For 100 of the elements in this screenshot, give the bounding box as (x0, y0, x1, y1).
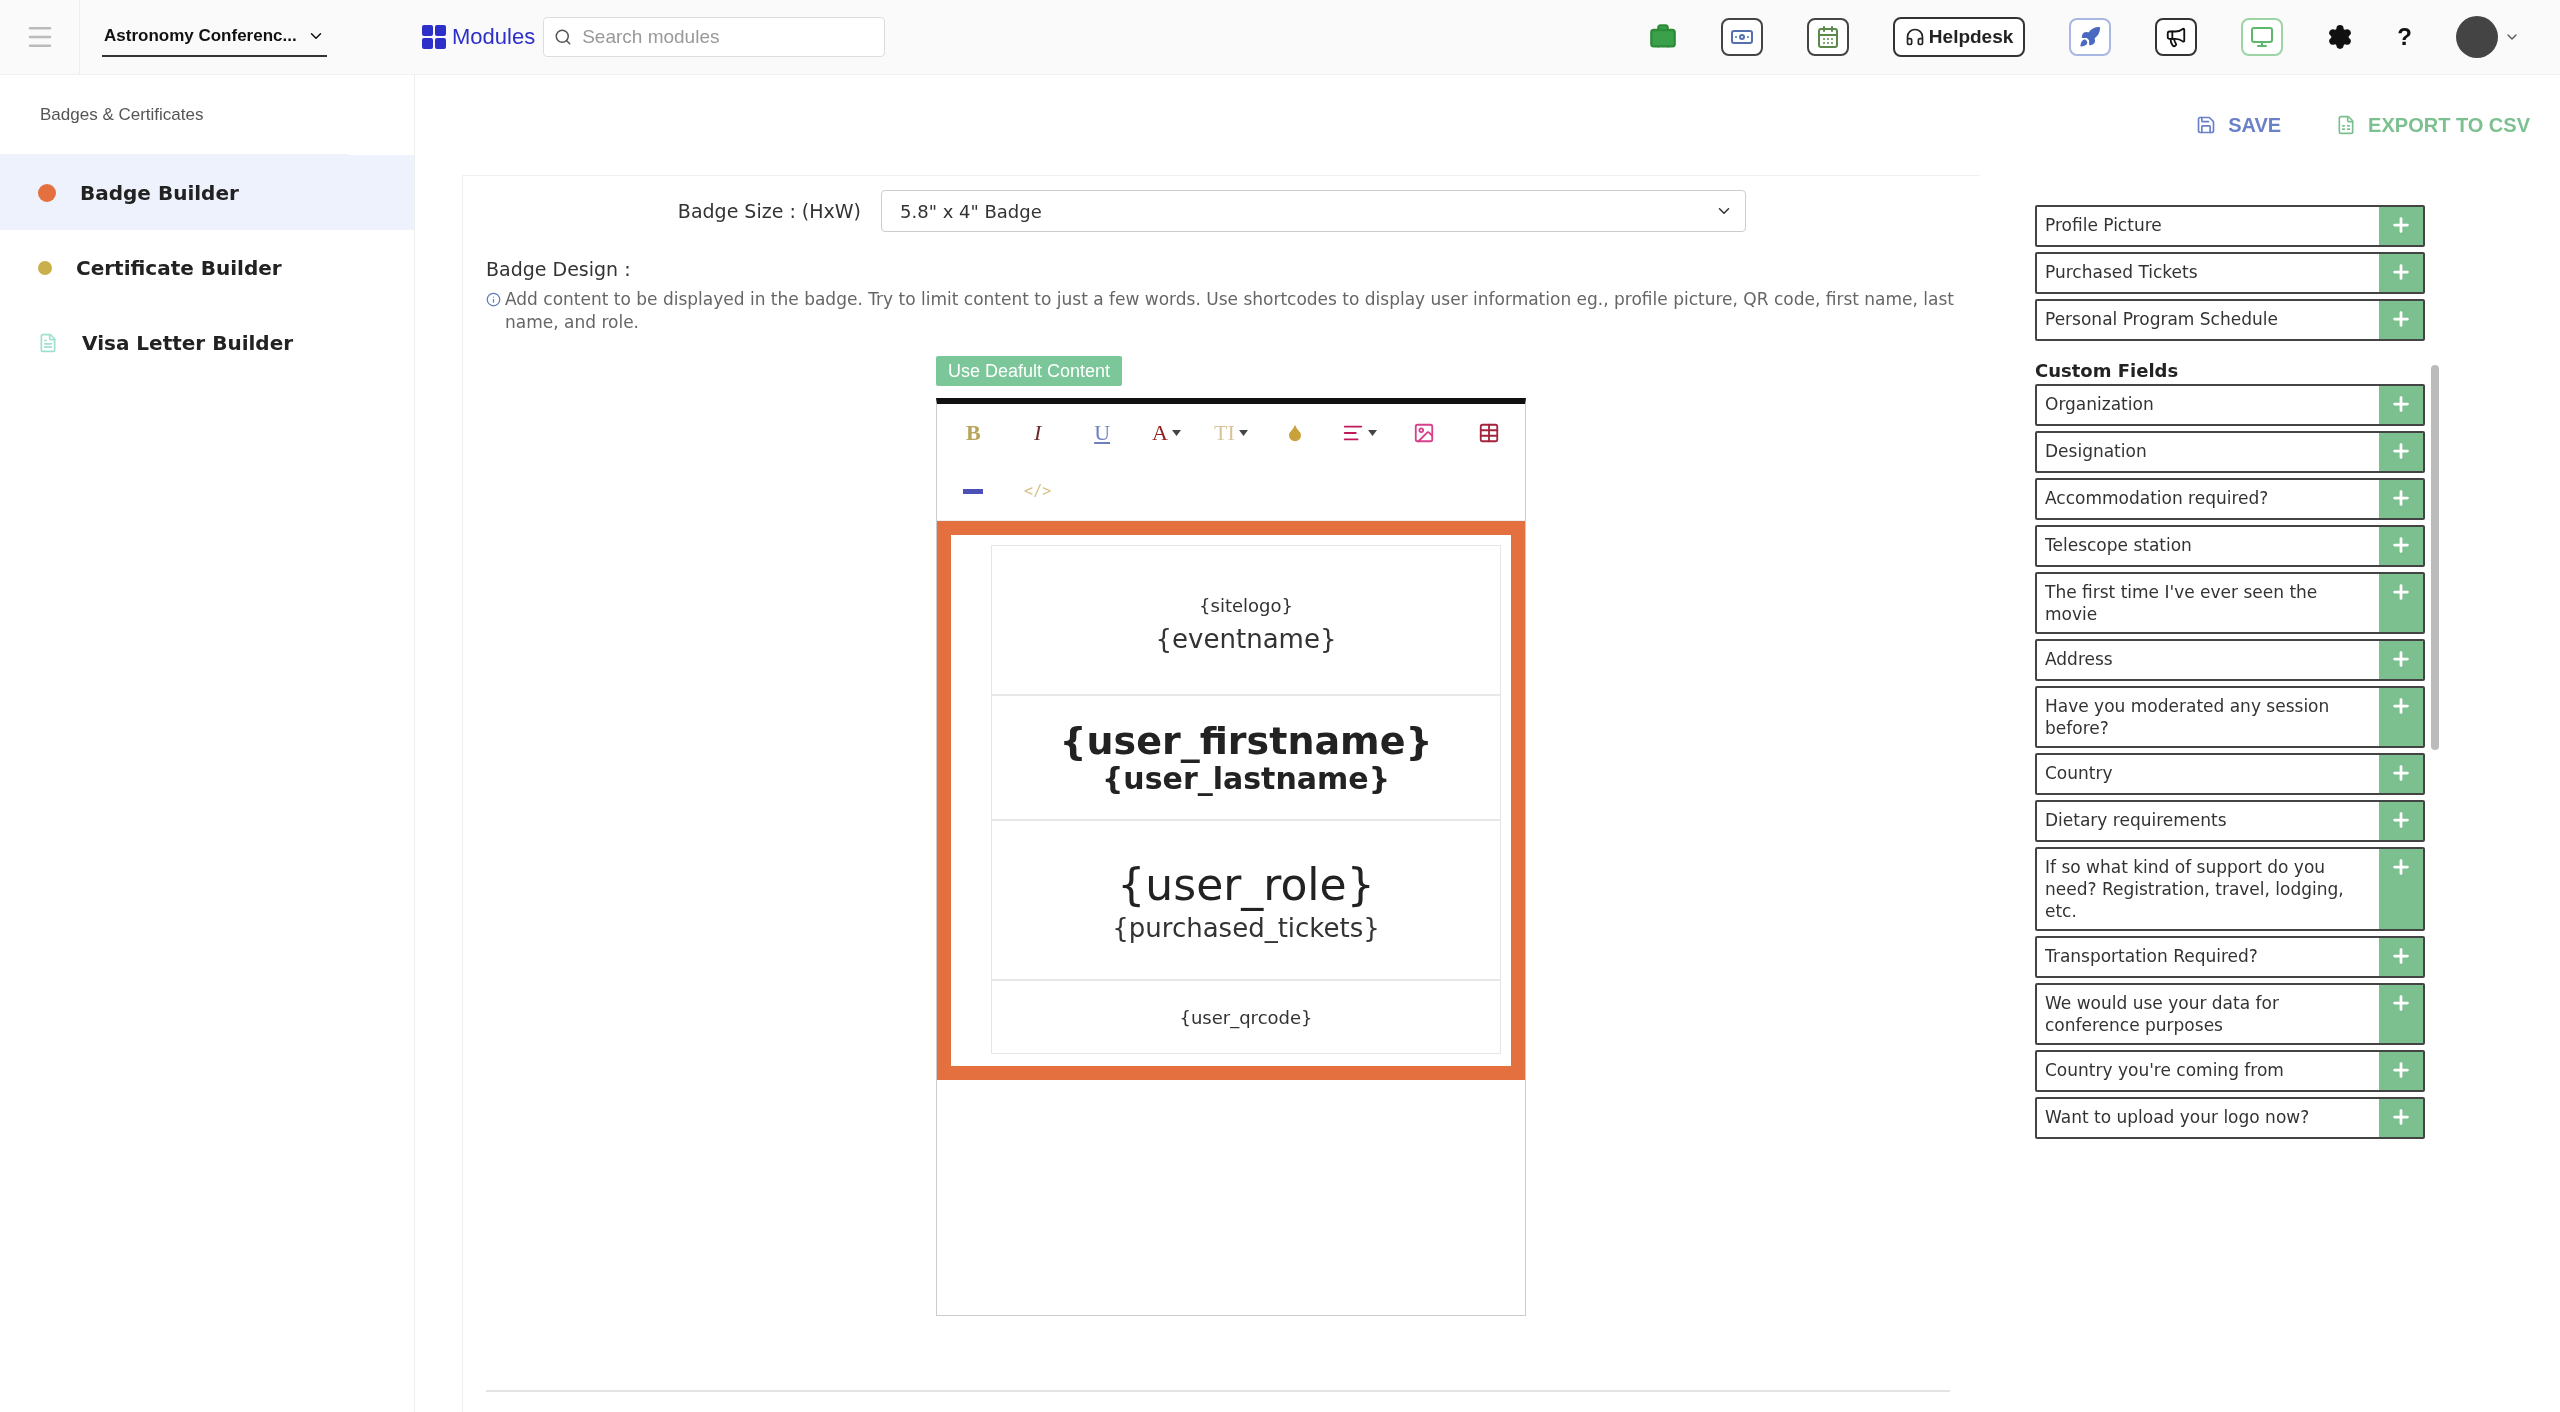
add-button[interactable] (2379, 207, 2423, 245)
spreadsheet-icon (2336, 115, 2357, 135)
field-label: If so what kind of support do you need? Registration, travel, lodging, etc. (2044, 856, 2345, 923)
plus-icon (2390, 856, 2412, 878)
plus-icon (2390, 1059, 2412, 1081)
add-button[interactable] (2379, 641, 2423, 679)
modules-button[interactable]: Modules (422, 24, 536, 50)
plus-icon (2390, 648, 2412, 670)
helpdesk-button[interactable]: Helpdesk (1892, 17, 2026, 57)
banknote-icon[interactable] (1720, 18, 1763, 56)
add-button[interactable] (2379, 1052, 2423, 1090)
add-button[interactable] (2379, 527, 2423, 565)
image-button[interactable] (1413, 422, 1436, 444)
caret-icon (1172, 430, 1181, 436)
plus-icon (2390, 762, 2412, 784)
add-button[interactable] (2379, 480, 2423, 518)
headphones-icon (1904, 27, 1925, 47)
scrollbar-thumb[interactable] (2431, 365, 2439, 750)
plus-icon (2390, 487, 2412, 509)
dot-icon (38, 260, 52, 275)
plus-icon (2390, 992, 2412, 1014)
field-label: Transportation Required? (2044, 945, 2259, 968)
caret-icon (1368, 430, 1378, 436)
rocket-icon[interactable] (2069, 18, 2112, 56)
add-button[interactable] (2379, 433, 2423, 471)
field-label: Designation (2044, 440, 2148, 463)
field-label: Address (2044, 648, 2114, 671)
badge-size-select[interactable]: 5.8" x 4" Badge (881, 190, 1746, 232)
field-label: Personal Program Schedule (2044, 308, 2279, 331)
save-icon (2196, 115, 2217, 135)
add-button[interactable] (2379, 849, 2423, 929)
badge-design-label: Badge Design : (486, 258, 632, 280)
add-button[interactable] (2379, 938, 2423, 976)
megaphone-icon[interactable] (2155, 18, 2198, 56)
field-label: Organization (2044, 393, 2155, 416)
field-label: Purchased Tickets (2044, 261, 2199, 284)
briefcase-icon[interactable] (1648, 23, 1677, 51)
shortcode-text: {user_firstname} (1059, 719, 1433, 762)
monitor-icon[interactable] (2241, 18, 2284, 56)
plus-icon (2390, 534, 2412, 556)
hint-text: Add content to be displayed in the badge. Try to limit content to just a few words. Use shortcodes to display user information eg., profile picture, QR code, first name, last name, and role. (505, 288, 1956, 334)
add-button[interactable] (2379, 254, 2423, 292)
plus-icon (2390, 809, 2412, 831)
add-button[interactable] (2379, 1099, 2423, 1137)
save-button[interactable]: SAVE (2196, 113, 2282, 137)
italic-button[interactable]: I (1034, 420, 1042, 446)
calendar-icon[interactable] (1806, 18, 1849, 56)
plus-icon (2390, 308, 2412, 330)
plus-icon (2390, 261, 2412, 283)
underline-button[interactable]: U (1094, 420, 1111, 446)
shortcode-text: {eventname} (1155, 623, 1337, 654)
add-button[interactable] (2379, 985, 2423, 1043)
sidebar-item-label: Visa Letter Builder (82, 330, 294, 355)
field-label: The first time I've ever seen the movie (2044, 581, 2319, 626)
add-button[interactable] (2379, 386, 2423, 424)
info-icon (486, 292, 501, 307)
help-button[interactable]: ? (2397, 23, 2412, 51)
field-label: We would use your data for conference purposes (2044, 992, 2280, 1037)
plus-icon (2390, 1106, 2412, 1128)
field-label: Country you're coming from (2044, 1059, 2285, 1082)
add-button[interactable] (2379, 688, 2423, 746)
settings-icon[interactable] (2327, 24, 2354, 50)
badge-editor[interactable]: B I U A TI </> {sitelogo} {eventname} {user_firstname} {user_lastname} {user_role} {purchased_tickets} {user_qrcode} (936, 398, 1526, 1316)
table-button[interactable] (1477, 422, 1500, 444)
field-label: Want to upload your logo now? (2044, 1106, 2311, 1129)
field-label: Country (2044, 762, 2114, 785)
shortcode-text: {purchased_tickets} (1112, 913, 1380, 943)
avatar[interactable] (2456, 16, 2498, 58)
field-label: Have you moderated any session before? (2044, 695, 2331, 740)
badge-size-label: Badge Size : (HxW) (676, 200, 862, 222)
shortcode-text: {sitelogo} (1199, 594, 1293, 616)
caret-icon (1238, 430, 1248, 436)
sidebar-item-label: Badge Builder (80, 180, 239, 205)
event-selector[interactable]: Astronomy Conferenc... (102, 17, 327, 57)
shortcode-text: {user_role} (1117, 858, 1375, 913)
plus-icon (2390, 393, 2412, 415)
sidebar-item[interactable]: Badge Builder (0, 155, 414, 230)
horizontal-rule-button[interactable] (963, 488, 984, 494)
search-field[interactable]: Search modules (543, 17, 886, 57)
font-color-button[interactable]: A (1152, 420, 1181, 446)
search-icon (554, 28, 573, 46)
field-label: Dietary requirements (2044, 809, 2228, 832)
add-button[interactable] (2379, 755, 2423, 793)
add-button[interactable] (2379, 301, 2423, 339)
add-button[interactable] (2379, 802, 2423, 840)
plus-icon (2390, 945, 2412, 967)
plus-icon (2390, 440, 2412, 462)
shortcode-text: {user_qrcode} (1179, 1006, 1313, 1028)
add-button[interactable] (2379, 574, 2423, 632)
document-icon (38, 332, 58, 353)
field-label: Telescope station (2044, 534, 2193, 557)
sidebar-item-label: Certificate Builder (76, 255, 282, 280)
field-label: Profile Picture (2044, 214, 2163, 237)
plus-icon (2390, 695, 2412, 717)
image-icon (1413, 422, 1436, 444)
plus-icon (2390, 581, 2412, 603)
badge-icon (38, 183, 56, 202)
grid-icon (422, 25, 446, 49)
plus-icon (2390, 214, 2412, 236)
field-label: Accommodation required? (2044, 487, 2270, 510)
